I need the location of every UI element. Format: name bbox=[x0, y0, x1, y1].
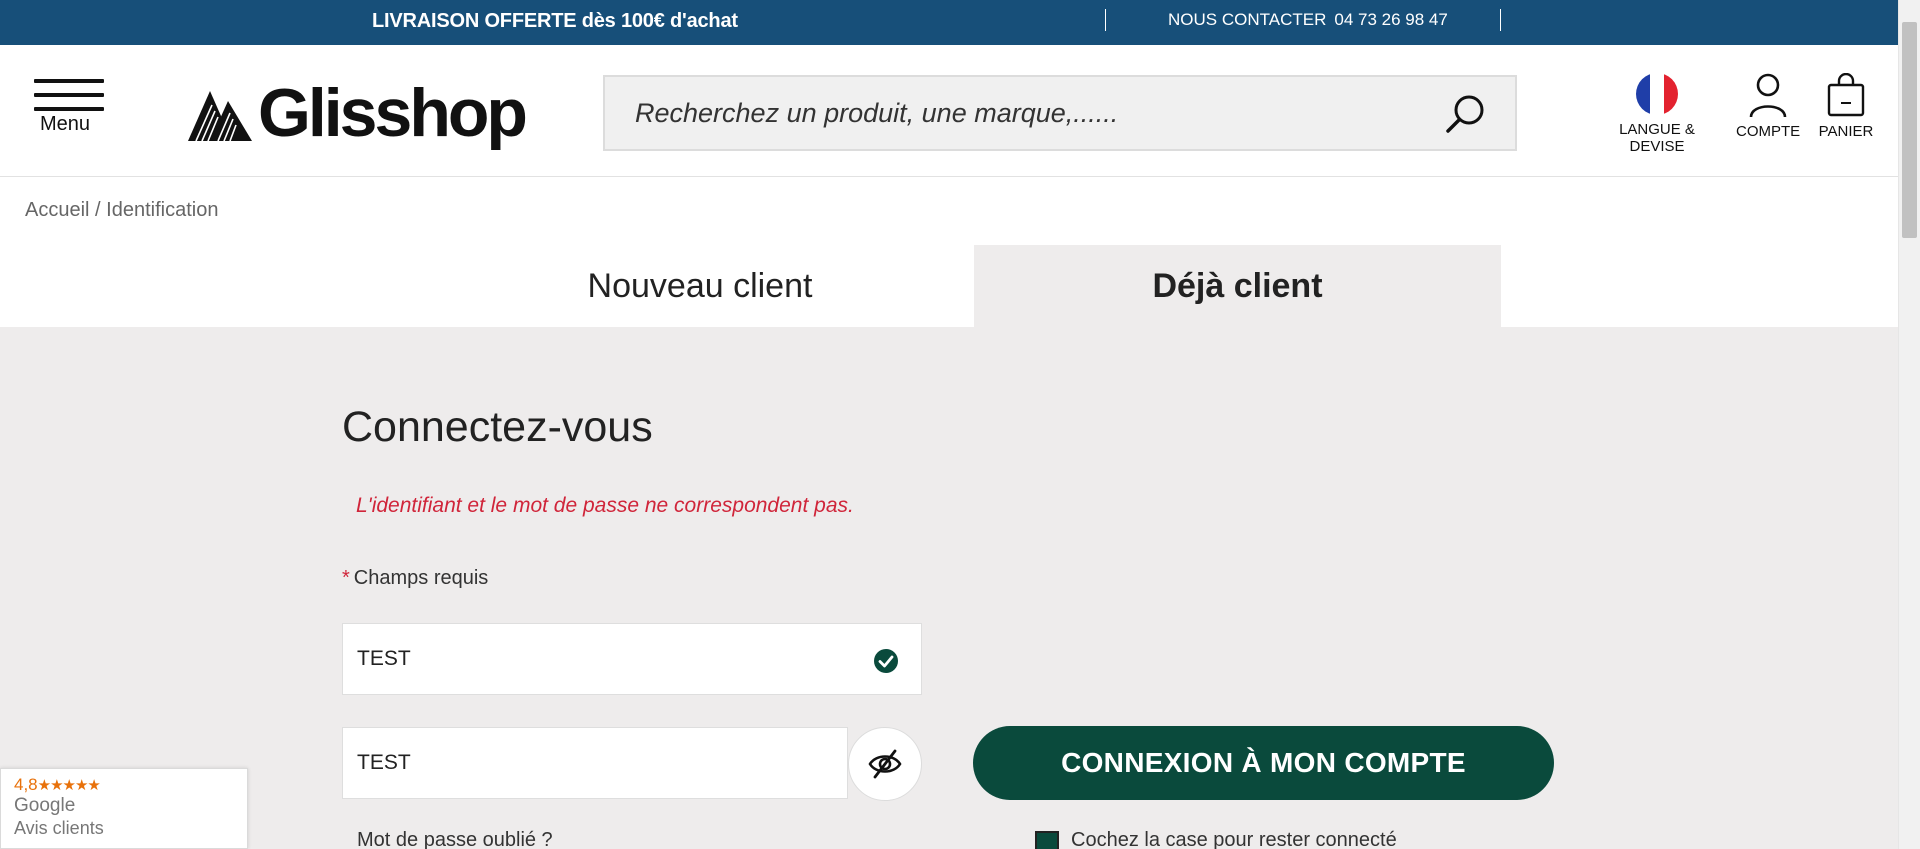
france-flag-icon bbox=[1636, 73, 1678, 115]
scrollbar-thumb[interactable] bbox=[1902, 22, 1917, 238]
logo-text: Glisshop bbox=[258, 75, 528, 151]
required-label: Champs requis bbox=[353, 567, 489, 589]
search-icon[interactable] bbox=[1445, 93, 1487, 135]
account-label: COMPTE bbox=[1736, 123, 1801, 140]
cart-label: PANIER bbox=[1818, 123, 1874, 140]
page-scrollbar[interactable] bbox=[1898, 0, 1920, 849]
client-tabs: Nouveau client Déjà client bbox=[0, 245, 1898, 327]
menu-icon bbox=[34, 107, 104, 111]
login-title: Connectez-vous bbox=[342, 403, 653, 451]
reviews-score: 4,8 bbox=[14, 775, 38, 794]
eye-slash-icon bbox=[868, 749, 902, 779]
breadcrumb-separator: / bbox=[89, 199, 107, 221]
breadcrumb-home-link[interactable]: Accueil bbox=[25, 199, 89, 221]
menu-button[interactable]: Menu bbox=[34, 77, 106, 135]
password-field-wrapper bbox=[342, 727, 848, 799]
search-bar[interactable] bbox=[603, 75, 1517, 151]
tab-existing-client[interactable]: Déjà client bbox=[974, 245, 1501, 327]
required-star: * bbox=[342, 567, 350, 589]
menu-label: Menu bbox=[40, 113, 91, 135]
language-currency-button[interactable]: LANGUE & DEVISE bbox=[1597, 73, 1717, 155]
login-error-message: L'identifiant et le mot de passe ne corr… bbox=[356, 494, 854, 517]
site-header: Menu Glisshop LANGUE & DEVISE bbox=[0, 45, 1898, 177]
top-promo-bar: LIVRAISON OFFERTE dès 100€ d'achat NOUS … bbox=[0, 0, 1898, 45]
required-fields-note: * Champs requis bbox=[342, 567, 488, 590]
remember-me: Cochez la case pour rester connecté bbox=[1035, 829, 1397, 849]
google-reviews-widget[interactable]: 4,8★★★★★ Google Avis clients bbox=[0, 768, 248, 849]
menu-icon bbox=[34, 93, 104, 97]
tab-new-client[interactable]: Nouveau client bbox=[430, 245, 970, 327]
mountain-logo-icon bbox=[188, 91, 252, 141]
login-submit-button[interactable]: CONNEXION À MON COMPTE bbox=[973, 726, 1554, 800]
password-field[interactable] bbox=[343, 728, 847, 798]
valid-check-icon bbox=[874, 649, 898, 673]
account-button[interactable]: COMPTE bbox=[1736, 73, 1800, 140]
site-logo[interactable]: Glisshop bbox=[188, 75, 528, 151]
reviews-label: Avis clients bbox=[14, 818, 104, 838]
menu-icon bbox=[34, 79, 104, 83]
topbar-divider bbox=[1500, 9, 1501, 31]
forgot-password-link[interactable]: Mot de passe oublié ? bbox=[357, 829, 553, 849]
login-panel: Connectez-vous L'identifiant et le mot d… bbox=[0, 327, 1898, 849]
contact-label[interactable]: NOUS CONTACTER bbox=[1168, 10, 1326, 29]
remember-me-label: Cochez la case pour rester connecté bbox=[1071, 829, 1397, 849]
rating-stars-icon: ★★★★★ bbox=[37, 777, 101, 794]
contact-phone[interactable]: 04 73 26 98 47 bbox=[1334, 10, 1447, 29]
free-delivery-promo: LIVRAISON OFFERTE dès 100€ d'achat bbox=[372, 10, 738, 32]
reviews-source: Google bbox=[14, 795, 76, 816]
search-input[interactable] bbox=[605, 77, 1465, 149]
breadcrumb-current: Identification bbox=[106, 199, 219, 221]
user-icon bbox=[1749, 73, 1787, 117]
bag-icon bbox=[1827, 73, 1865, 117]
contact-info[interactable]: NOUS CONTACTER 04 73 26 98 47 bbox=[1168, 10, 1448, 30]
topbar-divider bbox=[1105, 9, 1106, 31]
breadcrumb: Accueil / Identification bbox=[0, 177, 1898, 245]
username-field[interactable] bbox=[343, 624, 921, 694]
language-label: LANGUE & DEVISE bbox=[1619, 121, 1695, 155]
toggle-password-visibility-button[interactable] bbox=[848, 727, 922, 801]
cart-button[interactable]: PANIER bbox=[1816, 73, 1876, 140]
username-field-wrapper bbox=[342, 623, 922, 695]
remember-me-checkbox[interactable] bbox=[1035, 831, 1059, 849]
